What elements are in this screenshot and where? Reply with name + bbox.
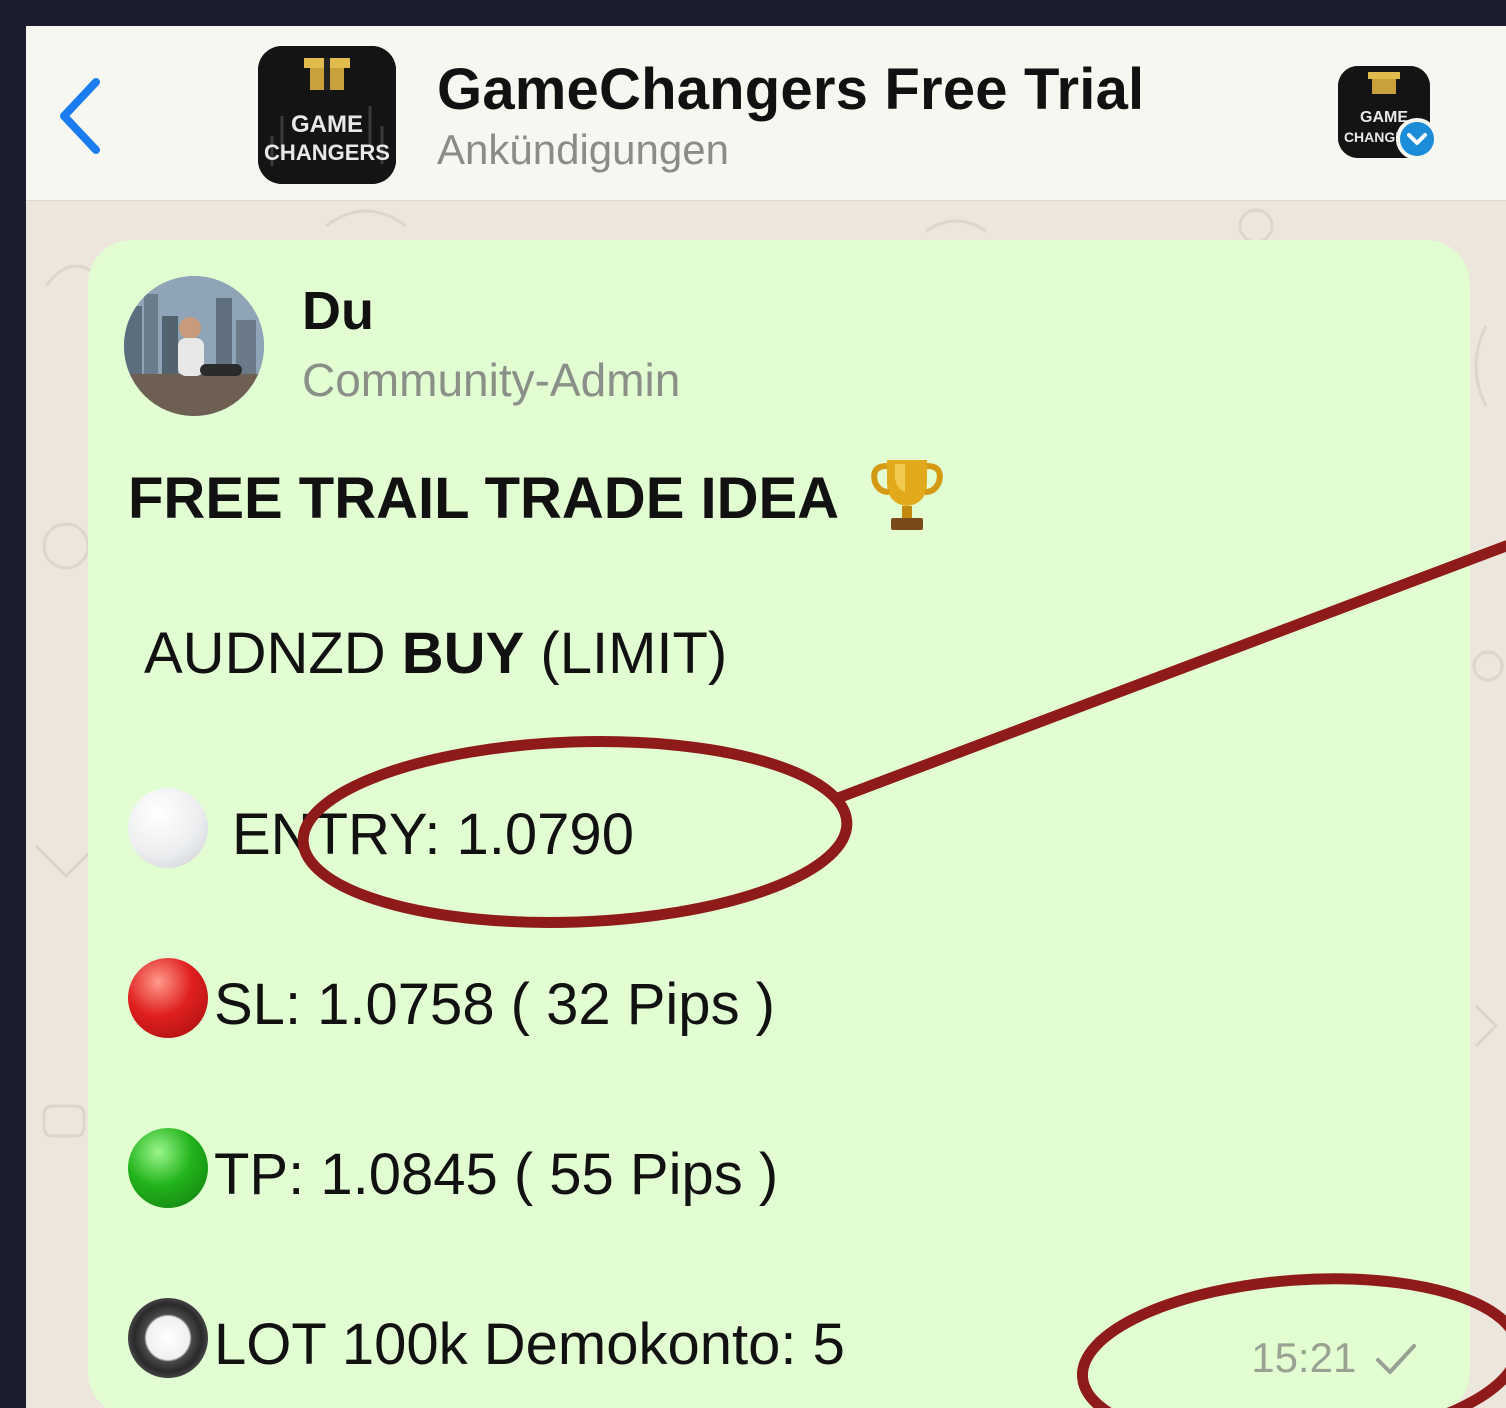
red-circle-icon bbox=[128, 958, 208, 1038]
trophy-icon bbox=[865, 452, 949, 550]
lot-text: LOT 100k Demokonto: 5 bbox=[214, 1312, 845, 1377]
chat-header: GAME CHANGERS GameChangers Free Trial An… bbox=[26, 26, 1506, 201]
sender-avatar[interactable] bbox=[124, 276, 264, 416]
time-text: 15:21 bbox=[1251, 1334, 1357, 1381]
stop-loss-line: SL: 1.0758 ( 32 Pips ) bbox=[128, 958, 775, 1038]
trade-direction: BUY bbox=[401, 621, 525, 686]
logo-line-1: GAME bbox=[291, 111, 363, 138]
entry-line: ENTRY: 1.0790 bbox=[128, 788, 634, 868]
chat-subtitle: Ankündigungen bbox=[437, 126, 729, 173]
headline-text: FREE TRAIL TRADE IDEA bbox=[128, 466, 837, 531]
message-timestamp: 15:21 bbox=[1251, 1334, 1418, 1382]
sender-role: Community-Admin bbox=[302, 354, 681, 406]
radio-button-icon bbox=[128, 1298, 208, 1378]
back-button[interactable] bbox=[56, 76, 106, 156]
message-bubble[interactable]: Du Community-Admin FREE TRAIL TRADE IDEA… bbox=[88, 240, 1470, 1408]
sender-name[interactable]: Du bbox=[302, 280, 374, 342]
verified-badge bbox=[1396, 118, 1438, 160]
green-circle-icon bbox=[128, 1128, 208, 1208]
chat-title[interactable]: GameChangers Free Trial bbox=[437, 56, 1144, 123]
avatar-photo bbox=[124, 276, 264, 416]
channel-profile-button[interactable]: GAME CHANGERS bbox=[1338, 66, 1438, 160]
group-logo[interactable]: GAME CHANGERS bbox=[258, 46, 396, 184]
currency-pair: AUDNZD bbox=[144, 621, 386, 686]
lot-size-line: LOT 100k Demokonto: 5 bbox=[128, 1298, 845, 1378]
white-circle-icon bbox=[128, 788, 208, 868]
app-frame: GAME CHANGERS GameChangers Free Trial An… bbox=[26, 26, 1506, 1408]
check-icon bbox=[1376, 1344, 1416, 1374]
chevron-left-icon bbox=[60, 78, 100, 154]
chevron-down-icon bbox=[1407, 133, 1427, 145]
logo-line-2: CHANGERS bbox=[264, 140, 390, 165]
take-profit-line: TP: 1.0845 ( 55 Pips ) bbox=[128, 1128, 778, 1208]
sl-text: SL: 1.0758 ( 32 Pips ) bbox=[214, 972, 775, 1037]
trade-pair-line: AUDNZD BUY (LIMIT) bbox=[144, 620, 727, 687]
tp-text: TP: 1.0845 ( 55 Pips ) bbox=[214, 1142, 779, 1207]
message-headline: FREE TRAIL TRADE IDEA bbox=[128, 452, 949, 550]
order-type: (LIMIT) bbox=[540, 621, 728, 686]
entry-text: ENTRY: 1.0790 bbox=[232, 802, 634, 867]
gamechangers-logo: GAME CHANGERS bbox=[258, 46, 396, 184]
